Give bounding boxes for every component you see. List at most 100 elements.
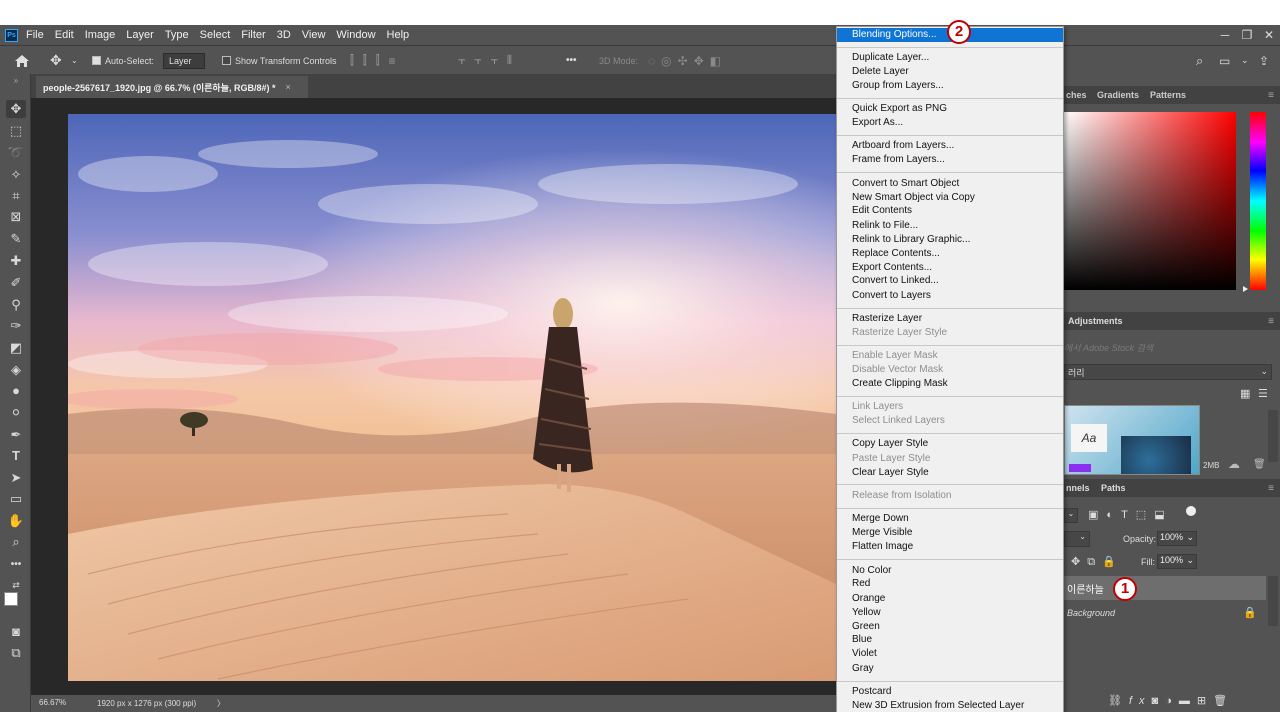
orbit-3d-icon[interactable]: ◌ — [648, 54, 661, 68]
menu-layer[interactable]: Layer — [126, 29, 154, 41]
blur-tool-icon[interactable]: ● — [6, 382, 26, 400]
library-scrollbar[interactable] — [1268, 410, 1278, 462]
fill-input[interactable]: 100% ⌄ — [1157, 554, 1197, 569]
menu-item-convert-to-linked[interactable]: Convert to Linked... — [837, 274, 1063, 288]
menu-item-clear-layer-style[interactable]: Clear Layer Style — [837, 466, 1063, 480]
menu-window[interactable]: Window — [336, 29, 375, 41]
menu-item-enable-layer-mask[interactable]: Enable Layer Mask — [837, 349, 1063, 363]
layer-row-background[interactable]: Background 🔒 — [1064, 602, 1266, 626]
workspace-chevron-icon[interactable]: ⌄ — [1241, 46, 1249, 75]
restore-icon[interactable]: ❐ — [1236, 28, 1258, 42]
roll-3d-icon[interactable]: ◎ — [661, 54, 677, 68]
menu-item-color-green[interactable]: Green — [837, 620, 1063, 634]
align-middle-icon[interactable]: ⫟ — [474, 53, 490, 68]
filter-smart-icon[interactable]: ⬓ — [1154, 509, 1172, 521]
menu-item-group-from-layers[interactable]: Group from Layers... — [837, 79, 1063, 93]
new-layer-icon[interactable]: ⊞ — [1197, 695, 1213, 707]
menu-item-rasterize-layer-style[interactable]: Rasterize Layer Style — [837, 326, 1063, 340]
menu-type[interactable]: Type — [165, 29, 189, 41]
panel-menu-icon[interactable]: ≡ — [1268, 316, 1274, 327]
menu-item-new-smart-object-via-copy[interactable]: New Smart Object via Copy — [837, 191, 1063, 205]
zoom-level[interactable]: 66.67% — [39, 698, 66, 707]
align-bottom-icon[interactable]: ⫟ — [491, 53, 507, 68]
tab-gradients[interactable]: Gradients — [1097, 90, 1139, 100]
move-tool-icon[interactable]: ✥ — [50, 46, 62, 75]
panel-menu-icon[interactable]: ≡ — [1268, 90, 1274, 101]
hand-tool-icon[interactable]: ✋ — [6, 512, 26, 530]
dodge-tool-icon[interactable]: ⚪ — [6, 404, 26, 422]
menu-item-relink-to-file[interactable]: Relink to File... — [837, 219, 1063, 233]
lock-artboard-icon[interactable]: ⧉ — [1087, 556, 1102, 568]
menu-item-disable-vector-mask[interactable]: Disable Vector Mask — [837, 363, 1063, 377]
healing-brush-tool-icon[interactable]: ✚ — [6, 252, 26, 270]
distribute-icon[interactable]: ≡ — [389, 54, 405, 68]
align-center-icon[interactable]: ⫿ — [363, 53, 376, 68]
menu-item-color-yellow[interactable]: Yellow — [837, 606, 1063, 620]
menu-item-export-contents[interactable]: Export Contents... — [837, 261, 1063, 275]
menu-file[interactable]: File — [26, 29, 44, 41]
tab-patterns[interactable]: Patterns — [1150, 90, 1186, 100]
drag-3d-icon[interactable]: ✣ — [678, 54, 694, 68]
menu-item-export-as[interactable]: Export As... — [837, 116, 1063, 130]
menu-item-rasterize-layer[interactable]: Rasterize Layer — [837, 312, 1063, 326]
menu-item-color-red[interactable]: Red — [837, 577, 1063, 591]
menu-item-quick-export-png[interactable]: Quick Export as PNG — [837, 102, 1063, 116]
filter-adjustment-icon[interactable]: ◐ — [1106, 509, 1121, 521]
tab-adjustments[interactable]: Adjustments — [1068, 316, 1123, 326]
crop-tool-icon[interactable]: ⌗ — [6, 187, 26, 205]
more-options-icon[interactable]: ••• — [566, 46, 577, 75]
layer-filter-dropdown[interactable]: ⌄ — [1064, 508, 1078, 523]
menu-item-postcard[interactable]: Postcard — [837, 685, 1063, 699]
move-tool-icon[interactable]: ✥ — [6, 100, 26, 118]
menu-item-release-from-isolation[interactable]: Release from Isolation — [837, 489, 1063, 503]
close-window-icon[interactable]: ✕ — [1258, 28, 1280, 42]
menu-item-color-orange[interactable]: Orange — [837, 592, 1063, 606]
menu-item-copy-layer-style[interactable]: Copy Layer Style — [837, 437, 1063, 451]
minimize-icon[interactable]: ─ — [1214, 28, 1236, 42]
menu-item-flatten-image[interactable]: Flatten Image — [837, 540, 1063, 554]
status-menu-arrow-icon[interactable]: 〉 — [217, 698, 225, 709]
auto-select-dropdown[interactable]: Layer — [163, 46, 205, 75]
magic-wand-tool-icon[interactable]: ✧ — [6, 166, 26, 184]
stock-search-field[interactable]: 에서 Adobe Stock 검색 — [1064, 341, 1274, 355]
brush-tool-icon[interactable]: ✐ — [6, 274, 26, 292]
quick-mask-icon[interactable]: ◙ — [6, 623, 26, 641]
menu-item-frame-from-layers[interactable]: Frame from Layers... — [837, 153, 1063, 167]
trash-icon[interactable]: 🗑 — [1253, 459, 1266, 470]
menu-item-delete-layer[interactable]: Delete Layer — [837, 65, 1063, 79]
align-left-icon[interactable]: ⫿ — [350, 53, 363, 68]
menu-item-color-gray[interactable]: Gray — [837, 662, 1063, 676]
fx-icon[interactable]: fx — [1129, 695, 1152, 707]
menu-item-create-clipping-mask[interactable]: Create Clipping Mask — [837, 377, 1063, 391]
menu-select[interactable]: Select — [200, 29, 231, 41]
filter-toggle-icon[interactable] — [1186, 506, 1196, 516]
history-brush-tool-icon[interactable]: ✑ — [6, 317, 26, 335]
menu-item-color-violet[interactable]: Violet — [837, 647, 1063, 661]
lasso-tool-icon[interactable]: ➰ — [6, 144, 26, 162]
lock-all-icon[interactable]: 🔒 — [1102, 556, 1123, 568]
menu-item-new-3d-extrusion[interactable]: New 3D Extrusion from Selected Layer — [837, 699, 1063, 712]
lock-position-icon[interactable]: ✥ — [1071, 556, 1087, 568]
menu-item-edit-contents[interactable]: Edit Contents — [837, 204, 1063, 218]
panel-menu-icon[interactable]: ≡ — [1268, 483, 1274, 494]
filter-shape-icon[interactable]: ⬚ — [1136, 509, 1154, 521]
align-top-icon[interactable]: ⫟ — [458, 53, 474, 68]
menu-item-relink-to-library-graphic[interactable]: Relink to Library Graphic... — [837, 233, 1063, 247]
color-field[interactable] — [1064, 112, 1236, 290]
library-dropdown[interactable]: 러리 ⌄ — [1064, 364, 1272, 380]
show-transform-checkbox[interactable]: Show Transform Controls — [222, 46, 337, 75]
menu-item-convert-to-smart-object[interactable]: Convert to Smart Object — [837, 177, 1063, 191]
opacity-input[interactable]: 100% ⌄ — [1157, 531, 1197, 546]
path-selection-tool-icon[interactable]: ➤ — [6, 469, 26, 487]
menu-3d[interactable]: 3D — [277, 29, 291, 41]
menu-item-link-layers[interactable]: Link Layers — [837, 400, 1063, 414]
align-vertical-buttons[interactable]: ⫟ ⫟ ⫟ ⫴ — [458, 46, 521, 75]
blend-mode-dropdown[interactable]: ⌄ — [1064, 531, 1090, 547]
link-layers-icon[interactable]: ⛓ — [1108, 695, 1129, 707]
menu-item-convert-to-layers[interactable]: Convert to Layers — [837, 289, 1063, 303]
delete-layer-icon[interactable]: 🗑 — [1213, 695, 1234, 707]
zoom-tool-icon[interactable]: ⌕ — [6, 533, 26, 551]
search-icon[interactable]: ⌕ — [1196, 46, 1203, 75]
filter-type-icon[interactable]: T — [1121, 509, 1136, 521]
menu-item-replace-contents[interactable]: Replace Contents... — [837, 247, 1063, 261]
